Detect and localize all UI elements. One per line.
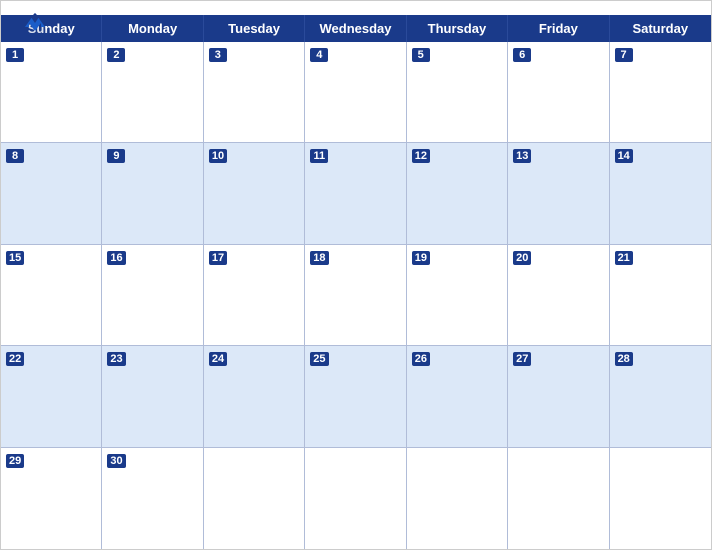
day-cell-27: 27 [508, 346, 609, 447]
header-wednesday: Wednesday [305, 15, 406, 42]
day-number: 26 [412, 352, 430, 366]
day-cell-9: 9 [102, 143, 203, 244]
day-cell-28: 28 [610, 346, 711, 447]
day-cell-20: 20 [508, 245, 609, 346]
day-number: 20 [513, 251, 531, 265]
day-cell-10: 10 [204, 143, 305, 244]
day-number: 6 [513, 48, 531, 62]
day-number: 18 [310, 251, 328, 265]
day-cell-13: 13 [508, 143, 609, 244]
day-number: 7 [615, 48, 633, 62]
day-cell-6: 6 [508, 42, 609, 143]
day-cell-18: 18 [305, 245, 406, 346]
empty-day-cell [407, 448, 508, 549]
day-cell-19: 19 [407, 245, 508, 346]
day-number: 29 [6, 454, 24, 468]
calendar-grid: 1234567891011121314151617181920212223242… [1, 42, 711, 549]
empty-day-cell [508, 448, 609, 549]
day-cell-21: 21 [610, 245, 711, 346]
day-headers: Sunday Monday Tuesday Wednesday Thursday… [1, 15, 711, 42]
day-cell-22: 22 [1, 346, 102, 447]
day-cell-4: 4 [305, 42, 406, 143]
day-number: 25 [310, 352, 328, 366]
day-number: 8 [6, 149, 24, 163]
day-cell-8: 8 [1, 143, 102, 244]
day-number: 10 [209, 149, 227, 163]
calendar-container: Sunday Monday Tuesday Wednesday Thursday… [0, 0, 712, 550]
day-cell-24: 24 [204, 346, 305, 447]
logo-area [17, 9, 56, 41]
day-number: 14 [615, 149, 633, 163]
header-thursday: Thursday [407, 15, 508, 42]
day-number: 5 [412, 48, 430, 62]
day-number: 27 [513, 352, 531, 366]
day-number: 4 [310, 48, 328, 62]
day-number: 1 [6, 48, 24, 62]
day-cell-5: 5 [407, 42, 508, 143]
header-tuesday: Tuesday [204, 15, 305, 42]
day-number: 22 [6, 352, 24, 366]
day-number: 19 [412, 251, 430, 265]
day-cell-12: 12 [407, 143, 508, 244]
day-number: 16 [107, 251, 125, 265]
day-cell-16: 16 [102, 245, 203, 346]
day-cell-23: 23 [102, 346, 203, 447]
day-number: 24 [209, 352, 227, 366]
day-cell-15: 15 [1, 245, 102, 346]
day-number: 3 [209, 48, 227, 62]
day-cell-25: 25 [305, 346, 406, 447]
day-number: 21 [615, 251, 633, 265]
day-number: 17 [209, 251, 227, 265]
day-number: 13 [513, 149, 531, 163]
day-cell-17: 17 [204, 245, 305, 346]
empty-day-cell [305, 448, 406, 549]
day-cell-26: 26 [407, 346, 508, 447]
day-cell-2: 2 [102, 42, 203, 143]
day-cell-1: 1 [1, 42, 102, 143]
day-number: 30 [107, 454, 125, 468]
day-cell-14: 14 [610, 143, 711, 244]
day-cell-30: 30 [102, 448, 203, 549]
day-number: 12 [412, 149, 430, 163]
header-friday: Friday [508, 15, 609, 42]
header-monday: Monday [102, 15, 203, 42]
day-number: 15 [6, 251, 24, 265]
logo-icon [17, 9, 53, 41]
day-number: 9 [107, 149, 125, 163]
empty-day-cell [204, 448, 305, 549]
day-number: 28 [615, 352, 633, 366]
day-number: 11 [310, 149, 328, 163]
header-saturday: Saturday [610, 15, 711, 42]
day-cell-29: 29 [1, 448, 102, 549]
day-cell-7: 7 [610, 42, 711, 143]
empty-day-cell [610, 448, 711, 549]
day-cell-3: 3 [204, 42, 305, 143]
day-number: 23 [107, 352, 125, 366]
day-number: 2 [107, 48, 125, 62]
day-cell-11: 11 [305, 143, 406, 244]
calendar-header [1, 1, 711, 15]
